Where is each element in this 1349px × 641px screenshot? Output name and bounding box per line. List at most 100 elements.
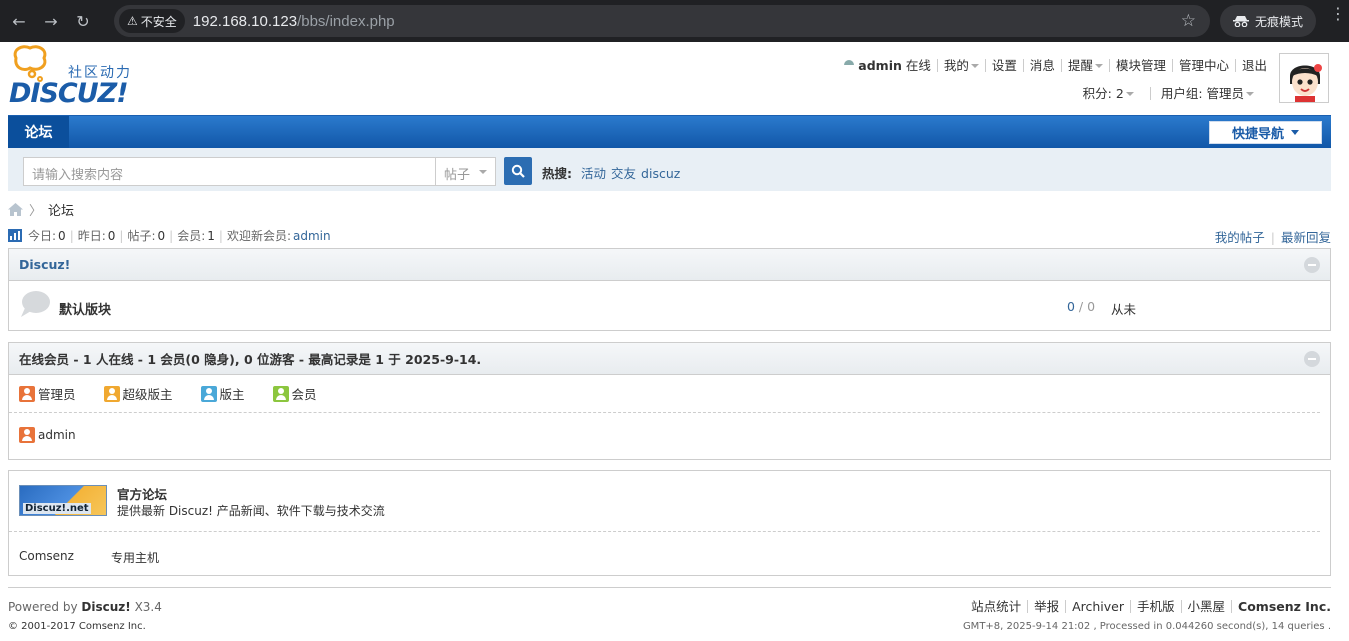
yesterday-label: 昨日: [77,229,106,243]
avatar[interactable] [1279,53,1329,103]
my-link[interactable]: 我的 [944,58,969,73]
usergroup-menu[interactable]: 用户组: 管理员 [1149,85,1264,101]
footer-link-blackroom[interactable]: 小黑屋 [1180,600,1232,613]
powered-brand-link[interactable]: Discuz! [81,600,130,614]
search-button[interactable] [504,157,532,185]
browser-toolbar: ← → ↻ ⚠ 不安全 192.168.10.123/bbs/index.php… [0,0,1349,42]
quick-nav-label: 快捷导航 [1231,127,1284,142]
logout-link[interactable]: 退出 [1242,58,1267,73]
module-admin-link[interactable]: 模块管理 [1116,58,1166,73]
footer-link-archiver[interactable]: Archiver [1065,600,1130,613]
yesterday-count: 0 [107,228,116,243]
usergroup-label: 用户组: 管理员 [1160,85,1244,101]
messages-link[interactable]: 消息 [1030,58,1055,73]
online-users: admin [9,413,1330,457]
username-link[interactable]: admin [858,58,902,73]
forum-name-link[interactable]: 默认版块 [59,299,111,318]
hot-term[interactable]: 交友 [611,166,636,181]
text-link[interactable]: Comsenz [19,549,74,563]
breadcrumb-separator: 〉 [29,203,43,219]
admin-center-link[interactable]: 管理中心 [1179,58,1229,73]
url-text: 192.168.10.123/bbs/index.php [193,13,395,30]
online-status: 在线 [905,57,931,73]
points-label: 积分: 2 [1082,85,1124,101]
settings-link[interactable]: 设置 [992,58,1017,73]
legend-label: 管理员 [38,387,76,402]
powered-prefix: Powered by [8,600,78,614]
online-header: 在线会员 - 1 人在线 - 1 会员(0 隐身), 0 位游客 - 最高记录是… [9,343,1330,375]
quick-nav-button[interactable]: 快捷导航 [1209,121,1322,144]
search-bar: 请输入搜索内容 帖子 热搜: 活动 交友 discuz [8,148,1331,191]
hot-term[interactable]: discuz [641,166,680,181]
forum-stats: 今日: 0 | 昨日: 0 | 帖子: 0 | 会员: 1 | 欢迎新会员: admin [8,227,331,244]
site-logo[interactable]: 社区动力 DISCUZ! [8,44,143,109]
incognito-indicator[interactable]: 无痕模式 [1220,5,1316,37]
forward-icon[interactable]: → [38,8,64,34]
address-bar[interactable]: ⚠ 不安全 192.168.10.123/bbs/index.php ☆ [114,5,1210,37]
collapse-icon[interactable] [1304,257,1320,273]
newest-member-link[interactable]: admin [293,229,331,243]
online-box: 在线会员 - 1 人在线 - 1 会员(0 隐身), 0 位游客 - 最高记录是… [8,342,1331,460]
avatar-face-icon [1280,54,1328,102]
home-icon[interactable] [8,202,23,216]
collapse-icon[interactable] [1304,351,1320,367]
post-links: 我的帖子 | 最新回复 [1214,230,1331,245]
search-scope-select[interactable]: 帖子 [435,157,496,186]
bookmark-star-icon[interactable]: ☆ [1181,11,1196,31]
stats-chart-icon [8,229,22,242]
chevron-down-icon [1125,92,1134,96]
latest-replies-link[interactable]: 最新回复 [1281,230,1331,245]
back-icon[interactable]: ← [6,8,32,34]
points-menu[interactable]: 积分: 2 [1073,87,1144,100]
notify-menu[interactable]: 提醒 [1060,58,1109,73]
discuz-net-logo[interactable]: Discuz!.net [19,485,107,516]
security-chip[interactable]: ⚠ 不安全 [119,9,185,33]
admin-group-icon [19,385,35,402]
footer-link-comsenz[interactable]: Comsenz Inc. [1231,600,1331,613]
footer-link-report[interactable]: 举报 [1027,600,1065,613]
featured-link: Discuz!.net 官方论坛 提供最新 Discuz! 产品新闻、软件下载与… [9,471,1320,532]
text-links: Comsenz 专用主机 [9,532,1330,576]
legend-label: 超级版主 [122,387,173,402]
last-post: 从未 [1111,302,1137,317]
category-box: Discuz! 默认版块 0 / 0 从未 [8,248,1331,331]
url-host: 192.168.10.123 [192,12,298,30]
powered-by: Powered by Discuz! X3.4 [8,600,162,614]
breadcrumb-current[interactable]: 论坛 [48,200,74,219]
chevron-down-icon [970,64,979,68]
mod-group-icon [200,385,217,402]
my-menu[interactable]: 我的 [936,58,985,73]
chevron-down-icon [1094,64,1103,68]
nav-tab-forum[interactable]: 论坛 [8,116,69,148]
posts-label: 帖子: [127,229,156,243]
user-bar: admin 在线 我的 设置 消息 提醒 模块管理 管理中心 退出 [838,55,1273,75]
footer-links: 站点统计 举报 Archiver 手机版 小黑屋 Comsenz Inc. [965,600,1331,613]
member-group-icon [272,385,289,402]
reload-icon[interactable]: ↻ [70,8,96,34]
version: X3.4 [134,600,162,614]
hot-term[interactable]: 活动 [581,166,606,181]
text-link[interactable]: 专用主机 [111,549,159,566]
category-title[interactable]: Discuz! [19,257,70,272]
legend-label: 会员 [291,387,317,402]
members-count: 1 [207,228,215,243]
more-menu-icon[interactable]: ⋮ [1330,6,1346,22]
main-nav: 论坛 快捷导航 [8,115,1331,148]
online-title[interactable]: 在线会员 - 1 人在线 - 1 会员(0 隐身), 0 位游客 - 最高记录是… [19,349,481,368]
incognito-label: 无痕模式 [1254,14,1303,29]
footer-link-stats[interactable]: 站点统计 [965,600,1027,613]
search-input[interactable]: 请输入搜索内容 [23,157,437,186]
members-label: 会员: [177,229,206,243]
user-bar-secondary: 积分: 2 用户组: 管理员 [1073,83,1264,103]
breadcrumb: 〉 论坛 [8,200,74,219]
security-label: 不安全 [140,14,177,29]
online-user-link[interactable]: admin [38,428,76,442]
featured-link-desc: 提供最新 Discuz! 产品新闻、软件下载与技术交流 [117,504,385,518]
notifications-link[interactable]: 提醒 [1068,58,1093,73]
featured-link-title[interactable]: 官方论坛 [117,484,167,503]
posts-count: 0 [157,228,166,243]
footer-link-mobile[interactable]: 手机版 [1130,600,1181,613]
my-posts-link[interactable]: 我的帖子 [1215,230,1265,245]
logo-bubble-icon [13,45,47,82]
hot-searches: 热搜: 活动 交友 discuz [542,163,680,182]
